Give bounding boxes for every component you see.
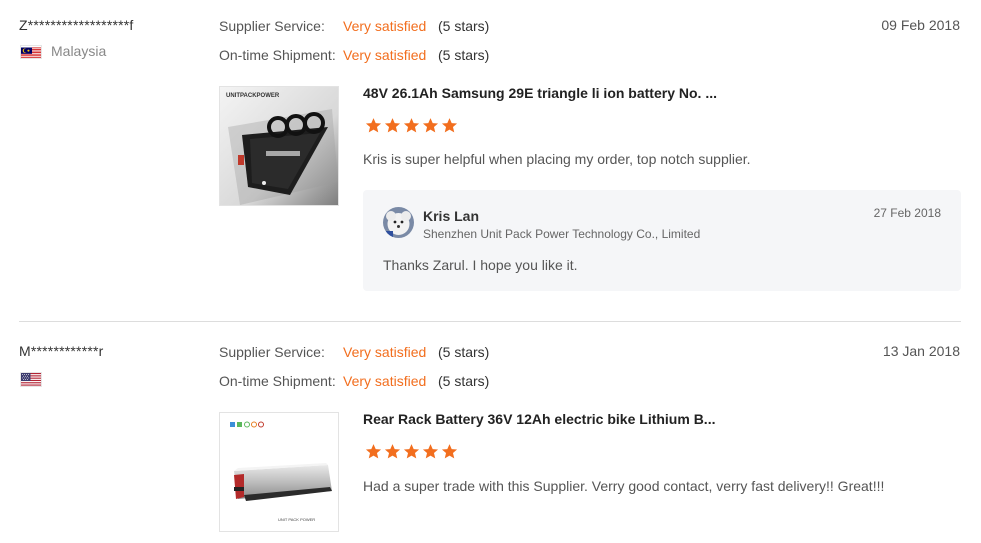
rating-stars-text: (5 stars) bbox=[438, 18, 490, 34]
rating-stars-text: (5 stars) bbox=[438, 344, 490, 360]
review-date: 13 Jan 2018 bbox=[882, 343, 960, 359]
malaysia-flag-icon bbox=[20, 45, 42, 59]
star-icon bbox=[365, 444, 382, 459]
review-date: 09 Feb 2018 bbox=[881, 17, 960, 33]
star-icon bbox=[365, 118, 382, 133]
avatar bbox=[383, 207, 414, 238]
review-comment: Kris is super helpful when placing my or… bbox=[363, 151, 751, 167]
product-title-link[interactable]: 48V 26.1Ah Samsung 29E triangle li ion b… bbox=[363, 85, 717, 101]
buyer-name: M************r bbox=[19, 343, 104, 359]
rating-value: Very satisfied bbox=[343, 373, 427, 389]
product-thumbnail[interactable]: UNIT PACK POWER bbox=[219, 412, 339, 532]
rating-value: Very satisfied bbox=[343, 344, 427, 360]
rating-label: On-time Shipment: bbox=[219, 47, 336, 63]
product-star-rating bbox=[365, 117, 458, 135]
product-star-rating bbox=[365, 443, 458, 461]
rating-label: Supplier Service: bbox=[219, 344, 325, 360]
reply-author-name: Kris Lan bbox=[423, 208, 480, 224]
product-title-link[interactable]: Rear Rack Battery 36V 12Ah electric bike… bbox=[363, 411, 715, 427]
star-icon bbox=[384, 118, 401, 133]
buyer-name: Z******************f bbox=[19, 17, 134, 33]
rating-label: On-time Shipment: bbox=[219, 373, 336, 389]
star-icon bbox=[422, 444, 439, 459]
star-icon bbox=[441, 118, 458, 133]
star-icon bbox=[422, 118, 439, 133]
supplier-reply: Kris Lan Shenzhen Unit Pack Power Techno… bbox=[363, 190, 961, 291]
rating-stars-text: (5 stars) bbox=[438, 373, 490, 389]
star-icon bbox=[403, 444, 420, 459]
review-item: Z******************f Malaysia Supplier S… bbox=[0, 0, 981, 321]
product-image-brand-text: UNITPACKPOWER bbox=[226, 93, 280, 99]
reply-text: Thanks Zarul. I hope you like it. bbox=[383, 257, 578, 273]
rating-value: Very satisfied bbox=[343, 18, 427, 34]
rating-label: Supplier Service: bbox=[219, 18, 325, 34]
star-icon bbox=[403, 118, 420, 133]
rating-stars-text: (5 stars) bbox=[438, 47, 490, 63]
review-comment: Had a super trade with this Supplier. Ve… bbox=[363, 478, 885, 494]
reply-date: 27 Feb 2018 bbox=[873, 206, 941, 220]
star-icon bbox=[384, 444, 401, 459]
buyer-country: Malaysia bbox=[51, 43, 107, 59]
review-item: M************r Supplier Service: Very sa… bbox=[0, 322, 981, 543]
star-icon bbox=[441, 444, 458, 459]
product-image-brand-text: UNIT PACK POWER bbox=[278, 517, 315, 522]
rating-value: Very satisfied bbox=[343, 47, 427, 63]
reply-company: Shenzhen Unit Pack Power Technology Co.,… bbox=[423, 227, 701, 241]
usa-flag-icon bbox=[20, 372, 42, 387]
product-thumbnail[interactable]: UNITPACKPOWER bbox=[219, 86, 339, 206]
